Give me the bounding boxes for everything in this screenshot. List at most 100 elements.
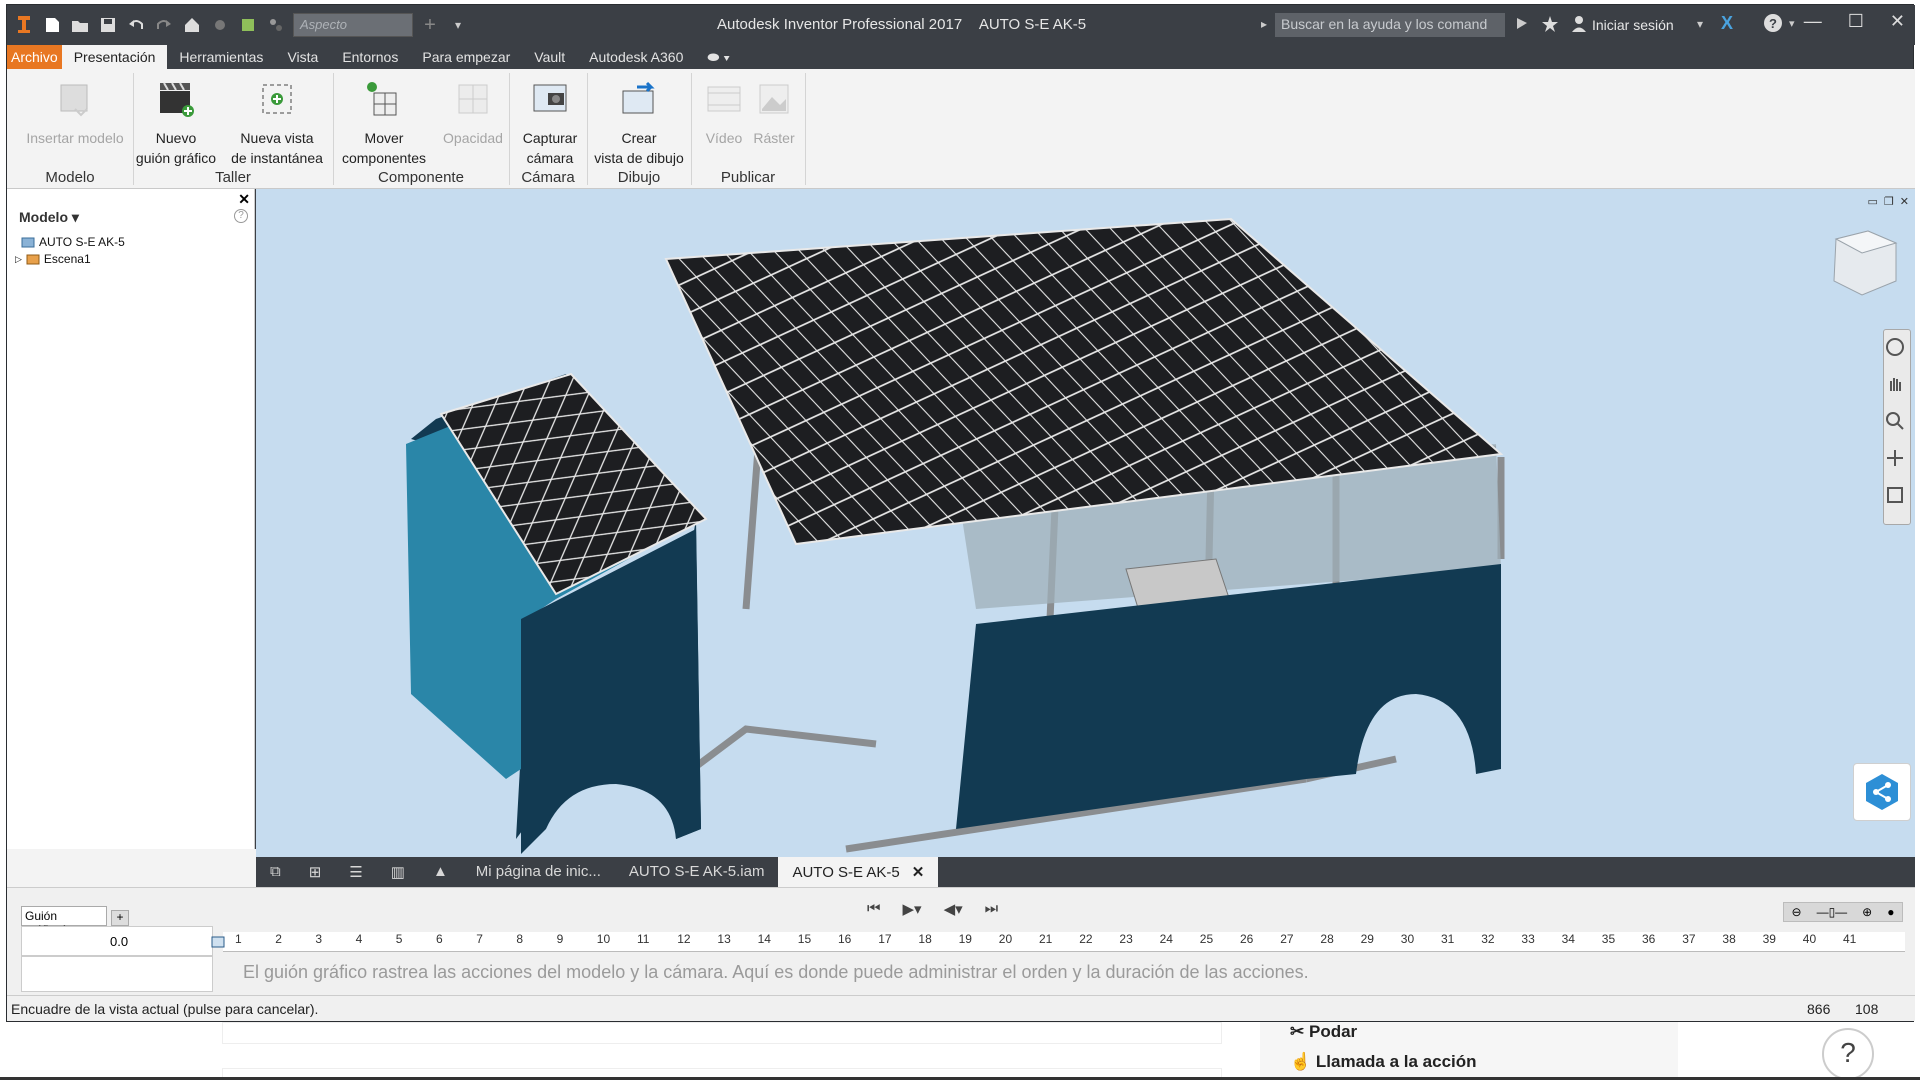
tab-vista[interactable]: Vista bbox=[275, 45, 330, 69]
capture-camera-button[interactable]: Capturar cámara bbox=[513, 79, 587, 168]
current-time-field[interactable]: 0.0 bbox=[21, 926, 213, 956]
browser-help-icon[interactable]: ? bbox=[234, 209, 248, 223]
camera-capture-icon bbox=[533, 84, 567, 112]
orbit-icon[interactable] bbox=[1884, 447, 1906, 469]
sign-in-dropdown-icon[interactable]: ▾ bbox=[1697, 17, 1703, 31]
timeline-tick-label: 1 bbox=[235, 932, 242, 946]
timeline-tick-label: 32 bbox=[1481, 932, 1495, 946]
browser-header[interactable]: Modelo ▾ bbox=[19, 209, 79, 226]
home-icon[interactable] bbox=[181, 14, 203, 36]
expand-arrow-icon[interactable]: ▷ bbox=[15, 254, 22, 265]
graphics-viewport[interactable]: ▭ ❐ ✕ bbox=[256, 189, 1915, 857]
sign-in-button[interactable]: Iniciar sesión bbox=[1592, 17, 1674, 33]
group-publicar: Publicar bbox=[720, 169, 776, 186]
open-folder-icon[interactable] bbox=[69, 14, 91, 36]
help-bubble-button[interactable]: ? bbox=[1822, 1028, 1874, 1080]
close-tab-icon[interactable]: ✕ bbox=[912, 863, 925, 881]
zoom-slider[interactable]: —▯— bbox=[1817, 905, 1848, 919]
color-override-icon[interactable] bbox=[265, 14, 287, 36]
undo-icon[interactable] bbox=[125, 14, 147, 36]
open-documents-menu-icon[interactable]: ▲ bbox=[419, 857, 462, 887]
save-icon[interactable] bbox=[97, 14, 119, 36]
tab-para-empezar[interactable]: Para empezar bbox=[410, 45, 522, 69]
new-storyboard-button[interactable]: Nuevo guión gráfico bbox=[133, 79, 219, 168]
timeline-tick-label: 38 bbox=[1722, 932, 1736, 946]
tile-horizontal-icon[interactable]: ☰ bbox=[335, 857, 376, 887]
communication-center-icon[interactable] bbox=[1513, 15, 1531, 36]
look-at-icon[interactable] bbox=[1884, 484, 1906, 506]
tree-node-root[interactable]: AUTO S-E AK-5 bbox=[21, 235, 125, 249]
play-icon[interactable]: ▶▾ bbox=[903, 900, 922, 918]
maximize-icon[interactable]: ☐ bbox=[1848, 11, 1864, 32]
new-snapshot-button[interactable]: Nueva vista de instantánea bbox=[227, 79, 327, 168]
arrange-all-icon[interactable]: ⊞ bbox=[295, 857, 336, 887]
doc-tab-home[interactable]: Mi página de inic... bbox=[462, 857, 615, 887]
share-view-button[interactable] bbox=[1853, 763, 1911, 821]
redo-icon[interactable] bbox=[153, 14, 175, 36]
status-bar: Encuadre de la vista actual (pulse para … bbox=[7, 995, 1915, 1021]
ribbon-display-toggle-icon[interactable]: ⬬ ▾ bbox=[695, 45, 742, 69]
new-file-icon[interactable] bbox=[41, 14, 63, 36]
video-button[interactable]: Vídeo bbox=[697, 79, 751, 148]
raster-button[interactable]: Ráster bbox=[747, 79, 801, 148]
insert-model-button[interactable]: Insertar modelo bbox=[11, 79, 139, 148]
go-to-end-icon[interactable]: ⏭ bbox=[985, 900, 999, 918]
timeline-ruler[interactable]: 1 2 3 4 5 6 7 8 9 10 11 12 13 14 15 16 17 18 19 20 21 22 23 24 2… bbox=[211, 932, 1905, 952]
play-reverse-icon[interactable]: ◀▾ bbox=[944, 900, 963, 918]
zoom-out-icon[interactable]: ⊖ bbox=[1792, 905, 1802, 919]
exchange-apps-icon[interactable]: X bbox=[1721, 13, 1733, 34]
appearance-icon[interactable] bbox=[237, 14, 259, 36]
customize-qat-icon[interactable]: ▾ bbox=[447, 14, 469, 36]
tree-node-scene[interactable]: ▷ Escena1 bbox=[15, 252, 91, 266]
help-dropdown-icon[interactable]: ▾ bbox=[1789, 17, 1795, 30]
doc-tab-presentation[interactable]: AUTO S-E AK-5 ✕ bbox=[778, 857, 939, 887]
background-link-cta[interactable]: ☝ Llamada a la acción bbox=[1290, 1052, 1477, 1072]
scissors-icon: ✂ bbox=[1290, 1022, 1305, 1041]
inventor-logo-icon[interactable] bbox=[13, 14, 35, 36]
browser-close-icon[interactable]: ✕ bbox=[238, 191, 250, 208]
timeline-tick-label: 17 bbox=[878, 932, 892, 946]
doc-tab-assembly[interactable]: AUTO S-E AK-5.iam bbox=[615, 857, 779, 887]
tab-autodesk-a360[interactable]: Autodesk A360 bbox=[577, 45, 695, 69]
tab-presentacion[interactable]: Presentación bbox=[61, 45, 168, 69]
add-storyboard-button[interactable]: + bbox=[111, 910, 129, 926]
viewcube[interactable] bbox=[1833, 230, 1898, 296]
tab-archivo[interactable]: Archivo bbox=[7, 45, 62, 69]
tab-vault[interactable]: Vault bbox=[522, 45, 577, 69]
move-components-icon bbox=[367, 82, 397, 116]
timeline-tick-label: 31 bbox=[1441, 932, 1455, 946]
timeline-tick-label: 11 bbox=[637, 932, 650, 946]
steering-wheel-icon[interactable] bbox=[1884, 336, 1906, 358]
playhead-icon[interactable] bbox=[211, 934, 227, 950]
background-link-podar[interactable]: ✂ Podar bbox=[1290, 1022, 1357, 1042]
help-icon[interactable]: ? bbox=[1763, 13, 1783, 36]
material-icon[interactable] bbox=[209, 14, 231, 36]
timeline-tick-label: 21 bbox=[1039, 932, 1053, 946]
window-controls: — ☐ ✕ bbox=[1804, 11, 1905, 32]
tile-windows-icon[interactable]: ⧉ bbox=[256, 857, 295, 887]
minimize-icon[interactable]: — bbox=[1804, 11, 1822, 32]
playback-controls: ⏮ ▶▾ ◀▾ ⏭ bbox=[867, 900, 998, 918]
aspect-dropdown[interactable]: Aspecto bbox=[293, 13, 413, 37]
go-to-start-icon[interactable]: ⏮ bbox=[867, 900, 881, 918]
plus-icon[interactable]: + bbox=[419, 14, 441, 36]
zoom-in-icon[interactable]: ⊕ bbox=[1862, 905, 1872, 919]
favorites-star-icon[interactable] bbox=[1541, 15, 1559, 36]
storyboard-tab[interactable]: Guión gráfico1 bbox=[21, 906, 107, 937]
ribbon-separator bbox=[805, 73, 806, 185]
tab-herramientas[interactable]: Herramientas bbox=[167, 45, 275, 69]
help-search-input[interactable]: Buscar en la ayuda y los comand bbox=[1275, 13, 1505, 37]
timeline-tick-label: 13 bbox=[717, 932, 731, 946]
tile-vertical-icon[interactable]: ▥ bbox=[377, 857, 419, 887]
user-icon[interactable] bbox=[1571, 15, 1587, 36]
tab-entornos[interactable]: Entornos bbox=[330, 45, 410, 69]
move-components-button[interactable]: Mover componentes bbox=[339, 79, 429, 168]
timeline-menu-icon[interactable]: ● bbox=[1887, 905, 1894, 919]
pan-hand-icon[interactable] bbox=[1884, 373, 1906, 395]
create-drawing-view-button[interactable]: Crear vista de dibujo bbox=[587, 79, 691, 168]
timeline-tick-label: 24 bbox=[1159, 932, 1173, 946]
opacity-button[interactable]: Opacidad bbox=[435, 79, 511, 148]
zoom-icon[interactable] bbox=[1884, 410, 1906, 432]
search-expand-icon[interactable]: ▸ bbox=[1261, 17, 1267, 31]
close-icon[interactable]: ✕ bbox=[1890, 11, 1905, 32]
